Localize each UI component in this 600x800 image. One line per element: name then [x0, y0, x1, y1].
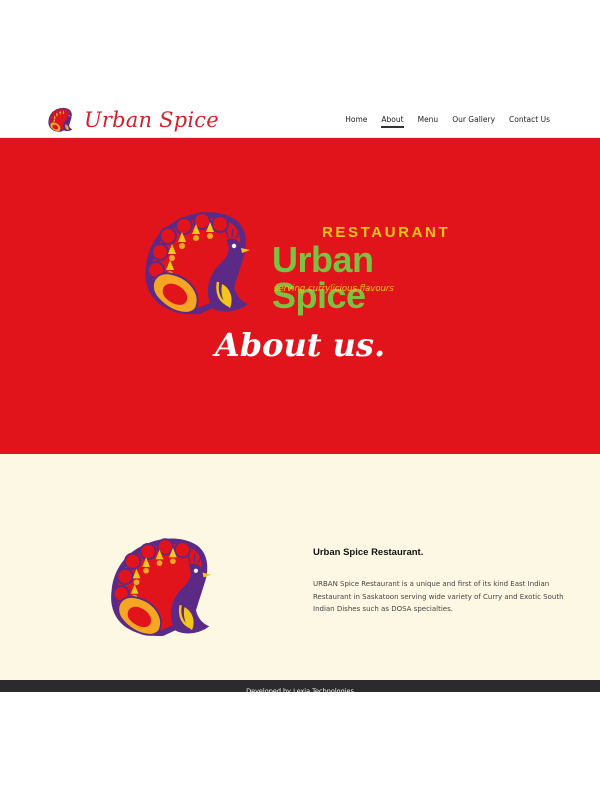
about-section: Urban Spice Restaurant. URBAN Spice Rest… — [0, 454, 600, 680]
peacock-image — [104, 530, 238, 646]
site-header: Urban Spice Home About Menu Our Gallery … — [0, 100, 600, 138]
footer-credit: Developed by Lexia Technologies — [246, 687, 354, 695]
main-nav: Home About Menu Our Gallery Contact Us — [331, 100, 550, 138]
nav-our-gallery[interactable]: Our Gallery — [452, 109, 495, 130]
nav-home[interactable]: Home — [345, 109, 367, 130]
brand-name: Urban Spice — [84, 108, 219, 132]
brand-link[interactable]: Urban Spice — [46, 106, 219, 134]
page-title: About us. — [214, 326, 386, 364]
peacock-logo-icon — [46, 106, 80, 134]
restaurant-logo: RESTAURANT Urban Spice serving currylici… — [138, 204, 468, 324]
site-footer: Developed by Lexia Technologies — [0, 680, 600, 695]
hero-banner: RESTAURANT Urban Spice serving currylici… — [0, 138, 600, 454]
nav-menu[interactable]: Menu — [418, 109, 439, 130]
logo-tagline: serving currylicious flavours — [274, 284, 394, 294]
logo-title: Urban Spice — [272, 239, 374, 316]
about-title: Urban Spice Restaurant. — [313, 547, 424, 558]
peacock-logo-icon — [138, 204, 278, 324]
nav-contact-us[interactable]: Contact Us — [509, 109, 550, 130]
about-description: URBAN Spice Restaurant is a unique and f… — [313, 580, 564, 613]
nav-about[interactable]: About — [381, 109, 404, 130]
